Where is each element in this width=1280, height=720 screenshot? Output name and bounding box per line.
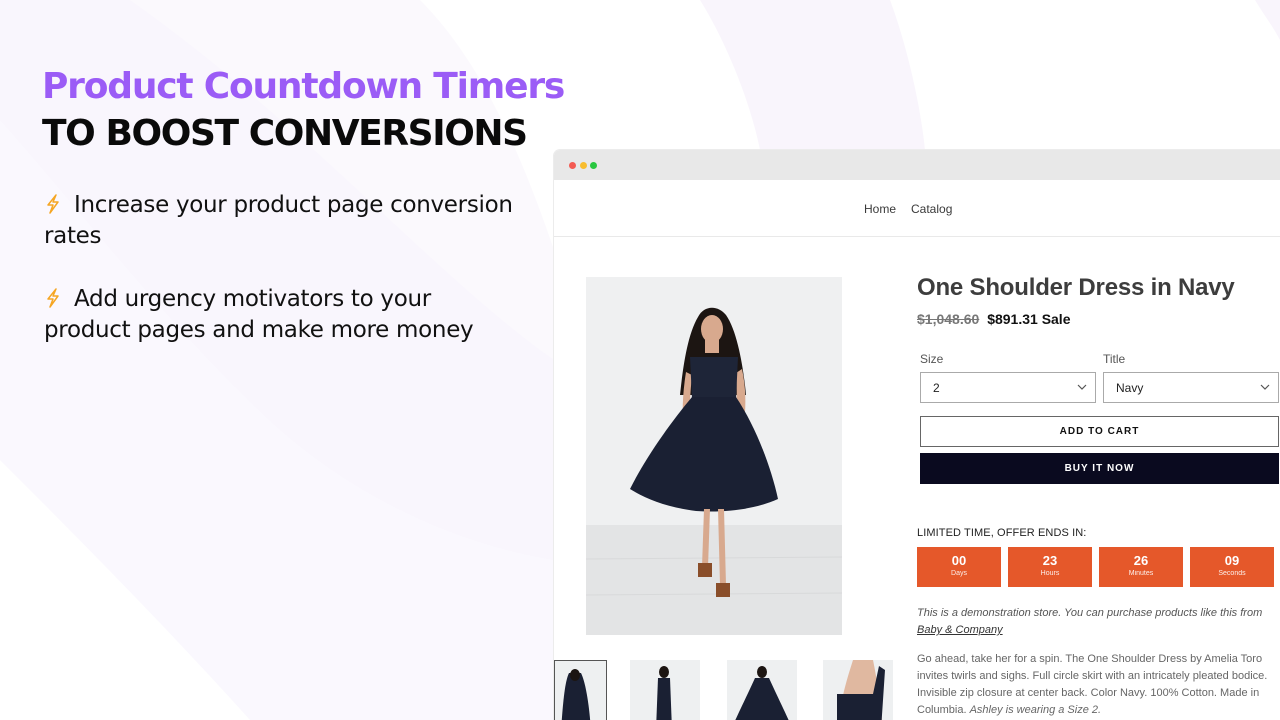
maximize-window-button[interactable]: [590, 162, 597, 169]
countdown-value: 23: [1042, 553, 1058, 568]
product-main-image[interactable]: [586, 277, 842, 635]
benefit-text: Increase your product page conversion ra…: [44, 192, 513, 249]
product-title: One Shoulder Dress in Navy: [917, 274, 1235, 301]
benefit-item: Increase your product page conversion ra…: [44, 190, 514, 252]
nav-link-catalog[interactable]: Catalog: [911, 202, 952, 216]
store-nav: Home Catalog: [554, 180, 1280, 237]
countdown-value: 09: [1224, 553, 1240, 568]
lightning-bolt-icon: [47, 288, 59, 308]
size-select[interactable]: 2: [920, 372, 1096, 403]
sale-label: Sale: [1041, 311, 1071, 327]
countdown-minutes: 26 Minutes: [1099, 547, 1183, 587]
title-select-value: Navy: [1116, 381, 1144, 395]
close-window-button[interactable]: [569, 162, 576, 169]
countdown-label: LIMITED TIME, OFFER ENDS IN:: [917, 527, 1087, 539]
buy-it-now-button[interactable]: BUY IT NOW: [920, 453, 1279, 484]
thumbnail-2[interactable]: [630, 660, 700, 720]
benefit-item: Add urgency motivators to your product p…: [44, 284, 514, 346]
product-description: Go ahead, take her for a spin. The One S…: [917, 651, 1280, 719]
chevron-down-icon: [1260, 384, 1270, 390]
price-row: $1,048.60 $891.31 Sale: [917, 311, 1071, 327]
lightning-bolt-icon: [47, 194, 59, 214]
browser-titlebar: [554, 150, 1280, 180]
description-note: Ashley is wearing a Size 2.: [969, 704, 1102, 716]
countdown-hours: 23 Hours: [1008, 547, 1092, 587]
nav-link-home[interactable]: Home: [864, 202, 896, 216]
baby-and-company-link[interactable]: Baby & Company: [917, 624, 1003, 636]
countdown-timer: 00 Days 23 Hours 26 Minutes 09 Seconds: [917, 547, 1280, 587]
title-label: Title: [1103, 352, 1126, 366]
hero-title: Product Countdown Timers: [42, 66, 565, 107]
dress-photo: [586, 277, 842, 635]
sale-price: $891.31: [987, 311, 1038, 327]
browser-window: Home Catalog One Shoulder Dress in Navy …: [554, 150, 1280, 720]
countdown-unit: Hours: [1040, 570, 1060, 577]
size-label: Size: [920, 352, 944, 366]
thumbnail-4[interactable]: [823, 660, 893, 720]
countdown-value: 26: [1133, 553, 1149, 568]
hero: Product Countdown Timers TO BOOST CONVER…: [42, 64, 565, 158]
chevron-down-icon: [1077, 384, 1087, 390]
size-select-value: 2: [933, 381, 940, 395]
countdown-days: 00 Days: [917, 547, 1001, 587]
countdown-value: 00: [951, 553, 967, 568]
demo-note-text: This is a demonstration store. You can p…: [917, 607, 1263, 619]
thumbnail-3[interactable]: [727, 660, 797, 720]
benefit-list: Increase your product page conversion ra…: [44, 190, 514, 378]
add-to-cart-button[interactable]: ADD TO CART: [920, 416, 1279, 447]
benefit-text: Add urgency motivators to your product p…: [44, 286, 474, 343]
compare-at-price: $1,048.60: [917, 311, 980, 327]
title-select[interactable]: Navy: [1103, 372, 1279, 403]
thumbnail-1[interactable]: [554, 660, 607, 720]
countdown-unit: Days: [951, 570, 967, 577]
countdown-unit: Seconds: [1218, 570, 1246, 577]
countdown-unit: Minutes: [1128, 570, 1154, 577]
countdown-seconds: 09 Seconds: [1190, 547, 1274, 587]
minimize-window-button[interactable]: [580, 162, 587, 169]
demo-store-note: This is a demonstration store. You can p…: [917, 605, 1280, 639]
hero-subtitle: TO BOOST CONVERSIONS: [42, 113, 528, 154]
